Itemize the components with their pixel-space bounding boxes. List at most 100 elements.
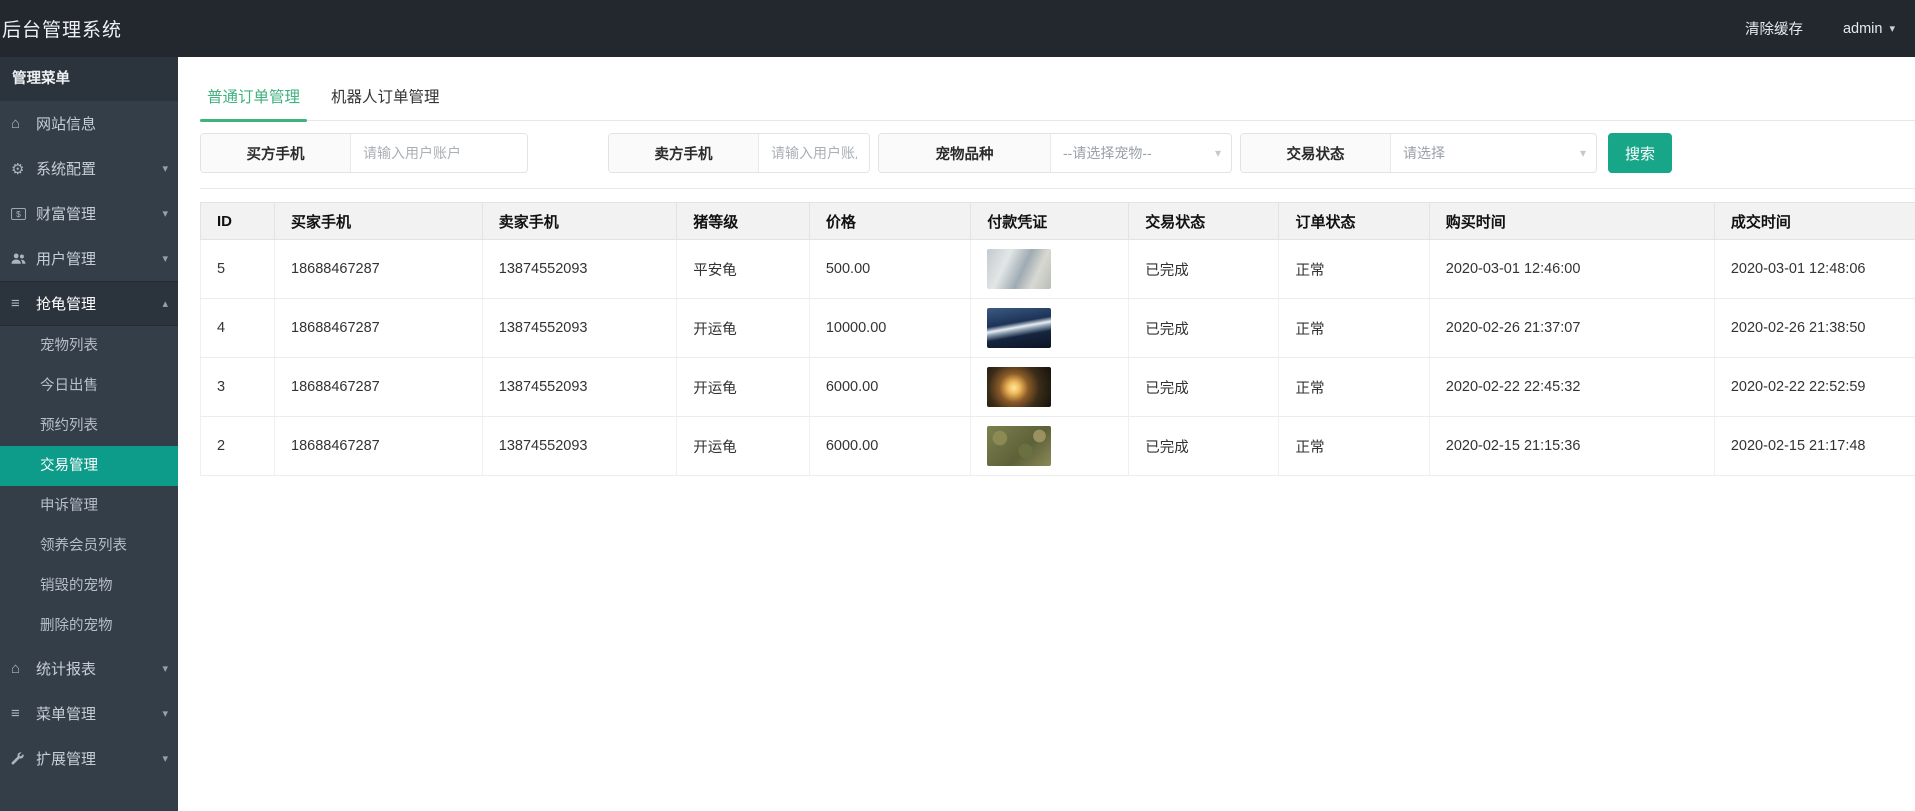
sidebar-item-label: 扩展管理 [36,748,162,769]
cell-order_status: 正常 [1279,299,1429,358]
cell-grade: 开运龟 [677,358,810,417]
cell-seller_phone: 13874552093 [482,417,676,476]
sidebar-subitem-appeal-management[interactable]: 申诉管理 [0,486,178,526]
cell-seller_phone: 13874552093 [482,358,676,417]
seller-phone-group: 卖方手机 [608,133,870,173]
table-row: 31868846728713874552093开运龟6000.00已完成正常20… [201,358,1915,417]
table-row: 21868846728713874552093开运龟6000.00已完成正常20… [201,417,1915,476]
column-header: 付款凭证 [971,203,1129,240]
orders-table: ID买家手机卖家手机猪等级价格付款凭证交易状态订单状态购买时间成交时间操作 51… [200,202,1915,476]
buyer-phone-label: 买方手机 [201,134,351,172]
cell-trade_status: 已完成 [1129,358,1279,417]
chevron-down-icon: ▾ [162,162,168,175]
sidebar-item-label: 统计报表 [36,658,162,679]
sidebar-subitem-adopt-member-list[interactable]: 领养会员列表 [0,526,178,566]
payment-proof-cell [971,417,1129,476]
payment-proof-image[interactable] [987,249,1051,289]
buyer-phone-input[interactable] [351,134,527,172]
cell-id: 4 [201,299,275,358]
sidebar-item-system-config[interactable]: ⚙系统配置▾ [0,146,178,191]
home-icon: ⌂ [11,660,36,677]
cell-price: 500.00 [809,240,970,299]
sidebar-item-label: 网站信息 [36,113,168,134]
cell-id: 5 [201,240,275,299]
tab-bar: 普通订单管理 机器人订单管理 [200,77,1915,121]
column-header: 卖家手机 [482,203,676,240]
cell-trade_status: 已完成 [1129,240,1279,299]
cell-grade: 平安龟 [677,240,810,299]
seller-phone-label: 卖方手机 [609,134,759,172]
sidebar-item-label: 用户管理 [36,248,162,269]
chevron-down-icon: ▾ [162,707,168,720]
cell-order_status: 正常 [1279,358,1429,417]
orders-table-wrap: ID买家手机卖家手机猪等级价格付款凭证交易状态订单状态购买时间成交时间操作 51… [200,202,1915,476]
trade-status-selected-value: 请选择 [1403,143,1445,163]
main-content: 普通订单管理 机器人订单管理 买方手机 卖方手机 宠物品种 --请选择宠物-- … [178,57,1915,811]
cell-price: 6000.00 [809,417,970,476]
cell-buyer_phone: 18688467287 [275,240,483,299]
column-header: 订单状态 [1279,203,1429,240]
tab-normal-orders[interactable]: 普通订单管理 [200,77,307,120]
column-header: 购买时间 [1429,203,1714,240]
pet-type-select[interactable]: --请选择宠物-- ▾ [1051,134,1231,172]
sidebar-subitem-trade-management[interactable]: 交易管理 [0,446,178,486]
users-icon [11,252,36,265]
chevron-down-icon: ▾ [162,752,168,765]
user-menu[interactable]: admin ▾ [1843,21,1895,37]
cell-trade_status: 已完成 [1129,417,1279,476]
trade-status-select[interactable]: 请选择 ▾ [1391,134,1596,172]
payment-proof-cell [971,240,1129,299]
filter-bar: 买方手机 卖方手机 宠物品种 --请选择宠物-- ▾ 交易状态 请选择 [200,133,1915,189]
cell-deal_time: 2020-02-22 22:52:59 [1714,358,1915,417]
sidebar-subitem-today-sales[interactable]: 今日出售 [0,366,178,406]
sidebar-item-menu-management[interactable]: ≡菜单管理▾ [0,691,178,736]
chevron-down-icon: ▾ [162,252,168,265]
sidebar-item-site-info[interactable]: ⌂网站信息 [0,101,178,146]
svg-text:$: $ [16,209,21,219]
sidebar-item-user-management[interactable]: 用户管理▾ [0,236,178,281]
table-row: 51868846728713874552093平安龟500.00已完成正常202… [201,240,1915,299]
cell-buyer_phone: 18688467287 [275,299,483,358]
sidebar-item-extension-management[interactable]: 扩展管理▾ [0,736,178,781]
sidebar-item-wealth-management[interactable]: $财富管理▾ [0,191,178,236]
sidebar-subitem-deleted-pets[interactable]: 删除的宠物 [0,606,178,646]
cell-deal_time: 2020-02-15 21:17:48 [1714,417,1915,476]
cell-order_status: 正常 [1279,417,1429,476]
sidebar: 管理菜单 ⌂网站信息⚙系统配置▾$财富管理▾用户管理▾≡抢龟管理▴宠物列表今日出… [0,57,178,811]
table-row: 41868846728713874552093开运龟10000.00已完成正常2… [201,299,1915,358]
sidebar-item-label: 菜单管理 [36,703,162,724]
column-header: 成交时间 [1714,203,1915,240]
buyer-phone-group: 买方手机 [200,133,528,173]
trade-status-group: 交易状态 请选择 ▾ [1240,133,1597,173]
sidebar-item-turtle-management[interactable]: ≡抢龟管理▴ [0,281,178,326]
pet-type-label: 宠物品种 [879,134,1051,172]
sidebar-subitem-pet-list[interactable]: 宠物列表 [0,326,178,366]
payment-proof-image[interactable] [987,367,1051,407]
sidebar-subitem-destroyed-pets[interactable]: 销毁的宠物 [0,566,178,606]
payment-proof-image[interactable] [987,426,1051,466]
sidebar-header: 管理菜单 [0,57,178,101]
payment-proof-image[interactable] [987,308,1051,348]
app-title: 后台管理系统 [2,15,122,42]
home-icon: ⌂ [11,115,36,132]
payment-proof-cell [971,299,1129,358]
sidebar-item-statistics-report[interactable]: ⌂统计报表▾ [0,646,178,691]
tab-robot-orders[interactable]: 机器人订单管理 [324,77,447,120]
seller-phone-input[interactable] [759,134,869,172]
chevron-down-icon: ▾ [1889,22,1895,35]
navbar-right: 清除缓存 admin ▾ [1745,18,1895,39]
sidebar-item-label: 抢龟管理 [36,293,162,314]
cell-buy_time: 2020-03-01 12:46:00 [1429,240,1714,299]
sidebar-subitem-reservation-list[interactable]: 预约列表 [0,406,178,446]
cell-id: 2 [201,417,275,476]
orders-table-body: 51868846728713874552093平安龟500.00已完成正常202… [201,240,1915,476]
cell-buy_time: 2020-02-15 21:15:36 [1429,417,1714,476]
cell-buyer_phone: 18688467287 [275,358,483,417]
bars-icon: ≡ [11,705,36,722]
cell-price: 10000.00 [809,299,970,358]
clear-cache-button[interactable]: 清除缓存 [1745,18,1803,39]
page-layout: 管理菜单 ⌂网站信息⚙系统配置▾$财富管理▾用户管理▾≡抢龟管理▴宠物列表今日出… [0,57,1915,811]
bars-icon: ≡ [11,295,36,312]
pet-type-selected-value: --请选择宠物-- [1063,143,1152,163]
search-button[interactable]: 搜索 [1608,133,1672,173]
